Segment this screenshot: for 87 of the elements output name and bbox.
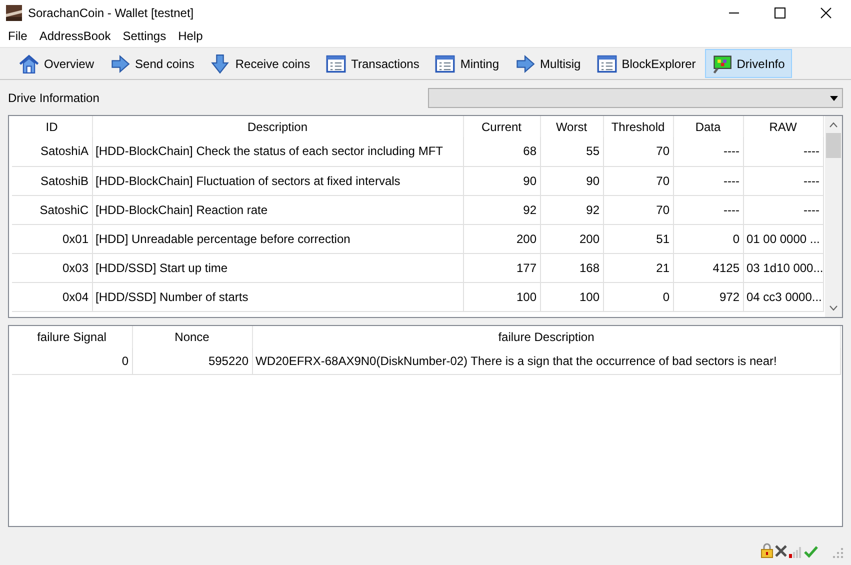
table-cell: 0 [603,282,673,311]
close-icon[interactable] [820,6,832,18]
table-cell: 70 [603,137,673,166]
table-cell: [HDD] Unreadable percentage before correction [92,224,463,253]
right-arrow-icon [110,54,130,74]
table-cell: 4125 [673,253,743,282]
table-cell: WD20EFRX-68AX9N0(DiskNumber-02) There is a sign that the occurrence of bad sectors is near! [252,348,840,374]
table-cell: 0x01 [12,224,92,253]
column-header: Threshold [603,116,673,137]
table-cell: 55 [540,137,603,166]
menu-item[interactable]: Settings [116,27,172,45]
dropdown-caret-icon [830,96,838,100]
menu-item[interactable]: AddressBook [33,27,117,45]
toolbar-button[interactable]: DriveInfo [704,49,792,78]
table-cell: 70 [603,195,673,224]
table-cell: [HDD/SSD] Number of starts [92,282,463,311]
table-cell: 21 [603,253,673,282]
table-cell: [HDD-BlockChain] Reaction rate [92,195,463,224]
toolbar-button[interactable]: Overview [12,49,102,78]
column-header: Description [92,116,463,137]
table-cell: 168 [540,253,603,282]
table-cell: 90 [463,166,540,195]
table-cell: ---- [743,166,823,195]
table-cell: 200 [463,224,540,253]
table-cell: 595220 [132,348,252,374]
column-header: RAW [743,116,823,137]
scrollbar[interactable] [825,116,842,317]
column-header: Worst [540,116,603,137]
table-cell: 0x03 [12,253,92,282]
column-header: Nonce [132,326,252,348]
table-cell: ---- [743,137,823,166]
table-cell: SatoshiC [12,195,92,224]
table-cell: 972 [673,282,743,311]
table-cell: ---- [673,195,743,224]
column-header: failure Description [252,326,840,348]
table-cell: [HDD-BlockChain] Fluctuation of sectors at fixed intervals [92,166,463,195]
column-header: failure Signal [12,326,132,348]
table-cell: 90 [540,166,603,195]
column-header: ID [12,116,92,137]
resize-grip-icon[interactable] [833,548,843,558]
table-cell: 03 1d10 000... [743,253,823,282]
table-cell: ---- [673,137,743,166]
toolbar-button[interactable]: Multisig [508,49,588,78]
menu-item[interactable]: File [2,27,34,45]
table-cell: 0 [12,348,132,374]
toolbar-button[interactable]: BlockExplorer [590,49,703,78]
lock-icon [761,543,773,558]
signal-bars-icon [789,546,803,558]
table-cell: 92 [540,195,603,224]
maximize-icon[interactable] [774,6,786,18]
list-icon [435,54,456,74]
drive-label: Drive Information [8,90,100,107]
right-arrow-icon [515,54,536,74]
list-icon [596,54,617,74]
table-cell: ---- [743,195,823,224]
table-cell: 0x04 [12,282,92,311]
table-cell: 100 [463,282,540,311]
house-icon [19,54,39,74]
checkmark-icon [804,545,818,558]
table-cell: 01 00 0000 ... [743,224,823,253]
toolbar-button[interactable]: Minting [428,49,506,78]
table-cell: 100 [540,282,603,311]
table-cell: SatoshiB [12,166,92,195]
table-cell: ---- [673,166,743,195]
scroll-thumb[interactable] [826,133,841,158]
toolbar-button[interactable]: Send coins [103,49,202,78]
table-cell: 200 [540,224,603,253]
table-cell: 04 cc3 0000... [743,282,823,311]
app-icon [6,4,22,20]
table-cell: 68 [463,137,540,166]
table-cell: 70 [603,166,673,195]
toolbar-button[interactable]: Receive coins [203,49,318,78]
table-cell: 177 [463,253,540,282]
table-cell: [HDD/SSD] Start up time [92,253,463,282]
toolbar-button[interactable]: Transactions [319,49,426,78]
table-cell: SatoshiA [12,137,92,166]
table-cell: 92 [463,195,540,224]
monitor-icon [712,54,732,74]
table-cell: 0 [673,224,743,253]
table-cell: 51 [603,224,673,253]
list-icon [326,54,346,74]
column-header: Current [463,116,540,137]
window-title: SorachanCoin - Wallet [testnet] [28,4,194,22]
menu-item[interactable]: Help [172,27,209,45]
down-arrow-icon [210,54,230,74]
column-header: Data [673,116,743,137]
table-cell: [HDD-BlockChain] Check the status of each sector including MFT [92,137,463,166]
